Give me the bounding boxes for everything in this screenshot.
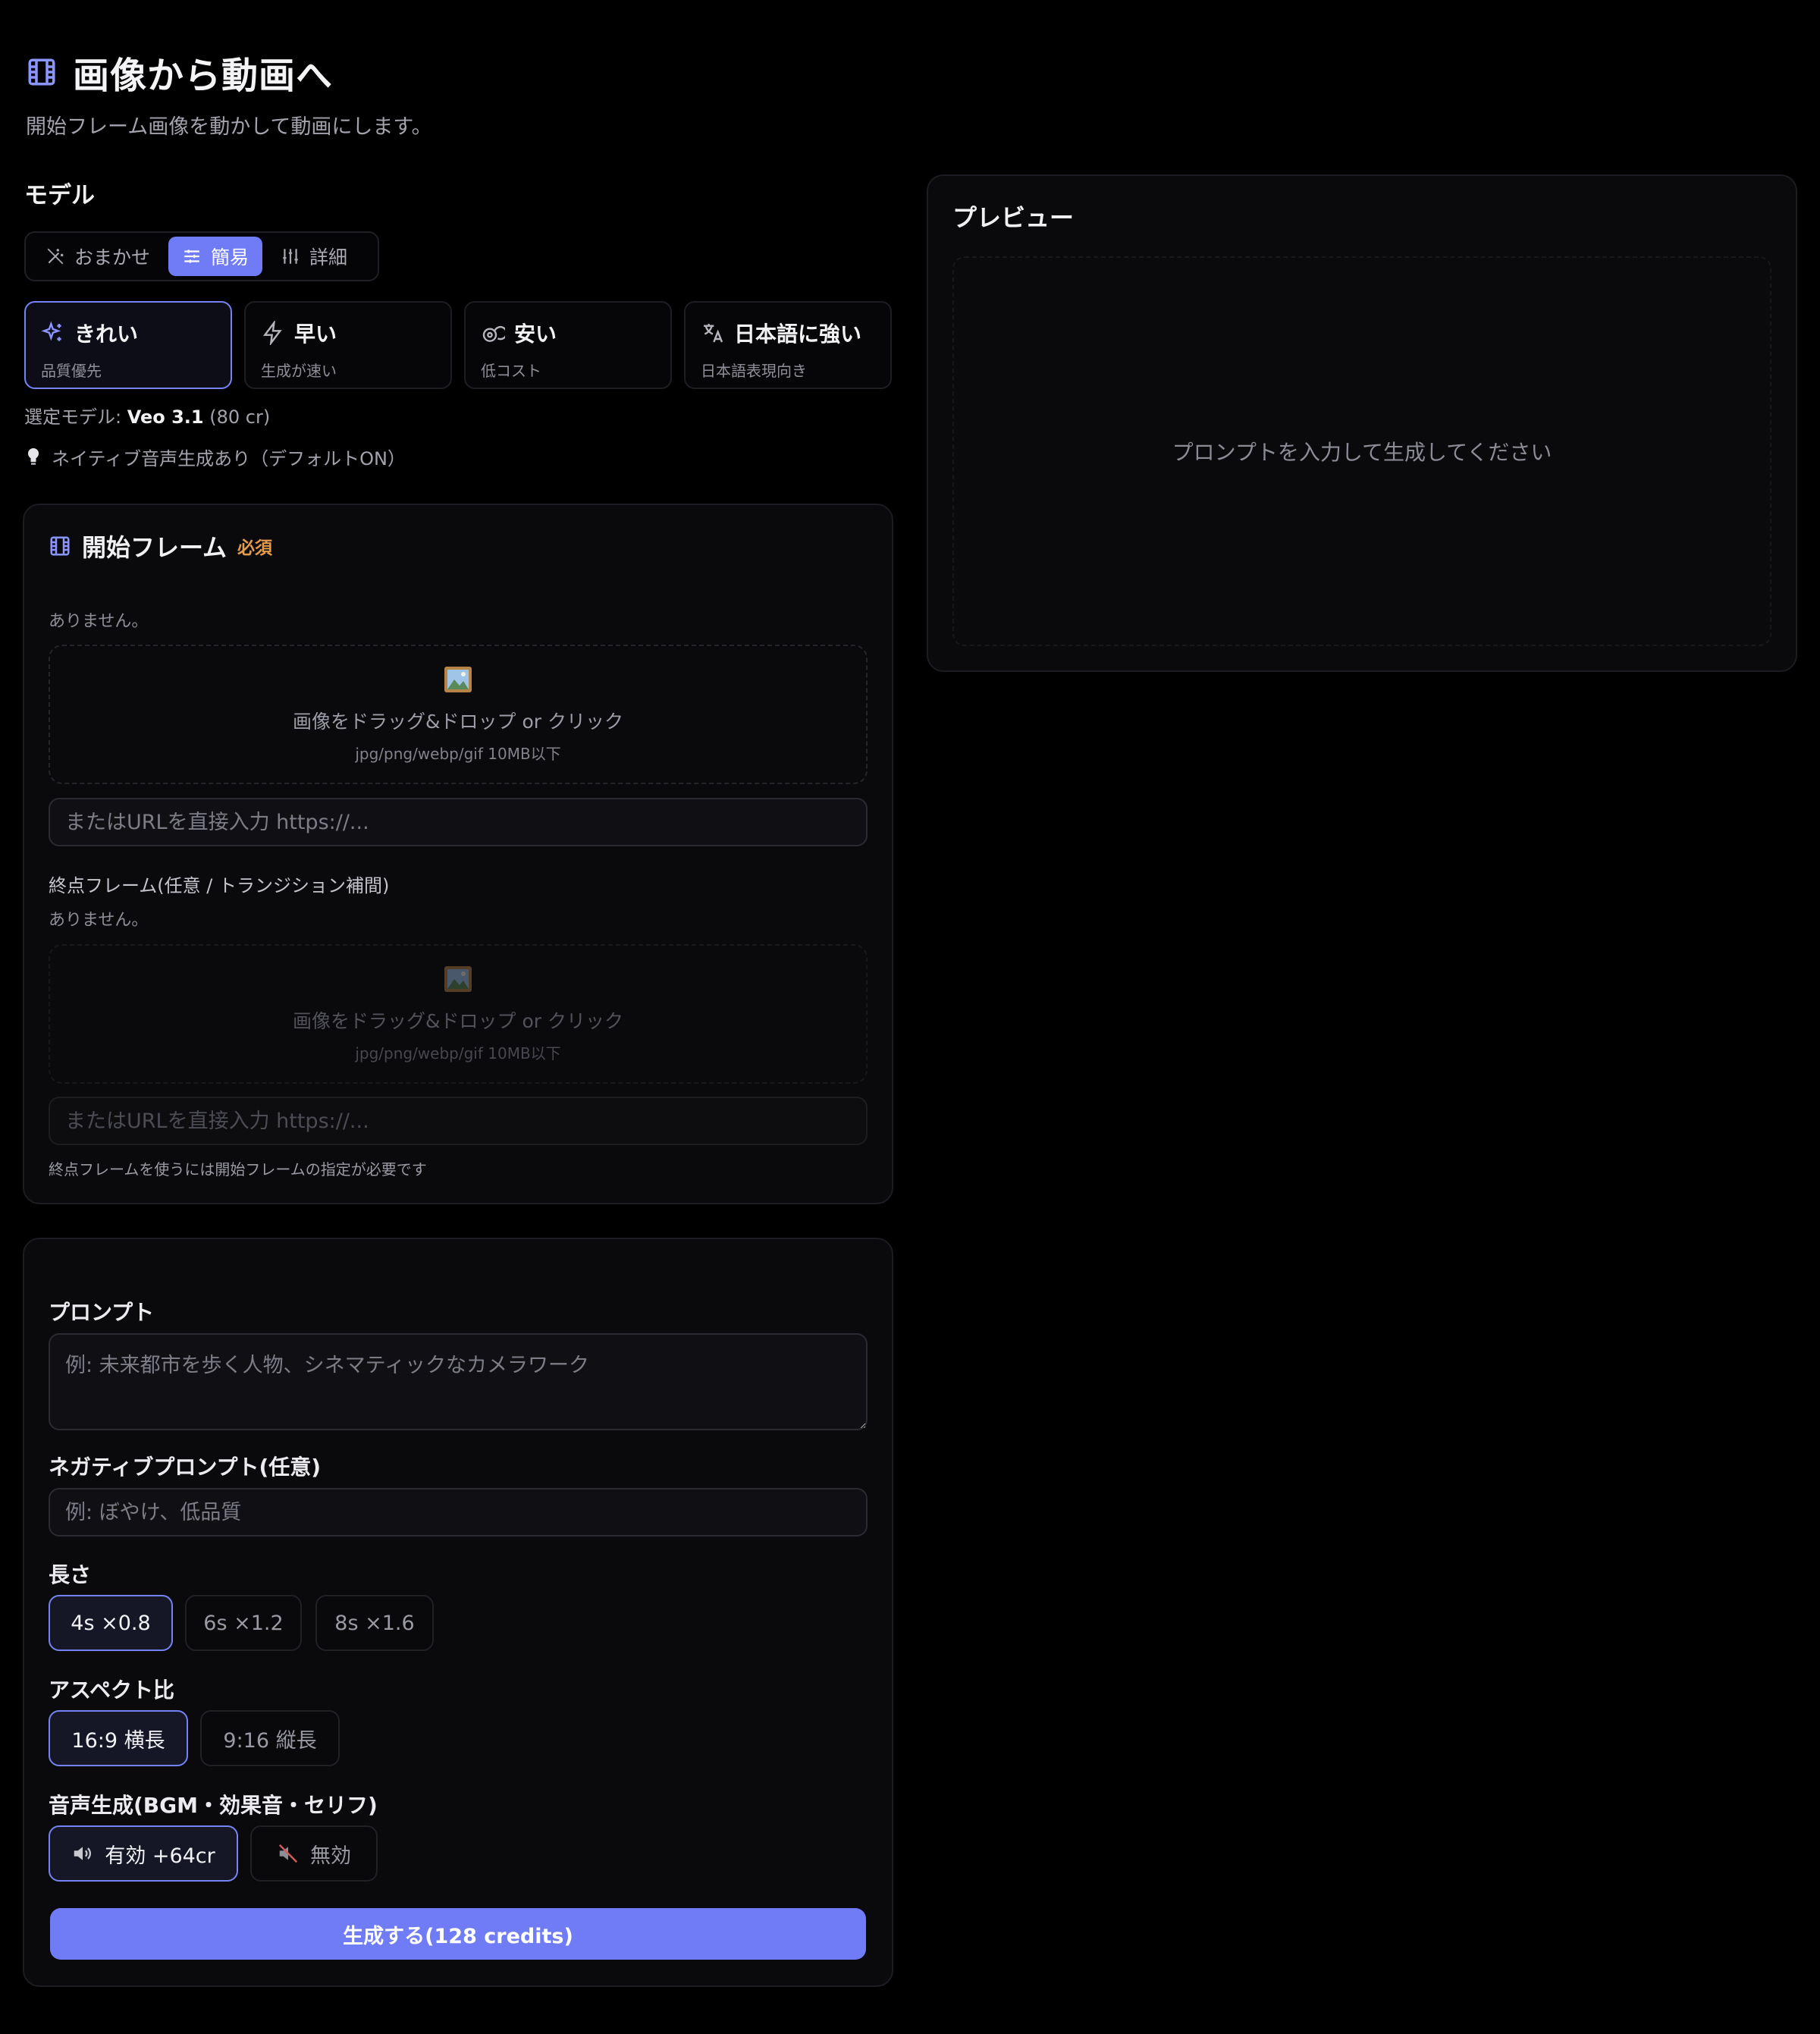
length-option-4s[interactable]: 4s ×0.8 [49,1595,173,1651]
coins-icon [481,321,505,345]
dropzone-main-text: 画像をドラッグ&ドロップ or クリック [293,1009,623,1032]
audio-label: 音声生成(BGM・効果音・セリフ) [49,1793,378,1818]
dropzone-sub-text: jpg/png/webp/gif 10MB以下 [355,744,561,763]
preview-empty-text: プロンプトを入力して生成してください [1172,440,1552,465]
sliders-icon [182,246,202,266]
selected-model: 選定モデル: Veo 3.1 (80 cr) [24,402,270,428]
end-frame-empty: ありません。 [49,911,149,930]
prompt-textarea[interactable] [49,1333,868,1430]
audio-hint: ネイティブ音声生成あり（デフォルトON） [26,444,406,470]
preset-japanese-title: 日本語に強い [734,322,862,347]
page-title-text: 画像から動画へ [73,55,334,97]
lightning-icon [261,321,285,345]
magic-wand-icon [46,246,65,266]
tab-detail-label: 詳細 [309,246,348,268]
negative-prompt-label: ネガティブプロンプト(任意) [49,1455,322,1480]
film-icon [49,535,71,557]
preview-title: プレビュー [952,203,1075,232]
preview-area: プロンプトを入力して生成してください [952,256,1771,646]
start-frame-title: 開始フレーム [82,533,228,562]
preset-beautiful-sub: 品質優先 [41,362,102,380]
selected-model-name: Veo 3.1 [127,406,204,428]
end-frame-label: 終点フレーム(任意 / トランジション補間) [49,875,390,896]
aspect-option-16-9[interactable]: 16:9 横長 [49,1710,188,1766]
end-frame-dropzone[interactable]: 画像をドラッグ&ドロップ or クリック jpg/png/webp/gif 10… [49,944,868,1084]
preset-japanese[interactable]: 日本語に強い 日本語表現向き [684,301,892,389]
film-icon [26,56,58,88]
preset-beautiful-title: きれい [74,322,139,347]
dropzone-main-text: 画像をドラッグ&ドロップ or クリック [293,710,623,733]
translate-icon [701,321,725,345]
selected-model-prefix: 選定モデル: [24,406,127,428]
aspect-ratio-label: アスペクト比 [49,1678,175,1703]
audio-off-label: 無効 [310,1844,351,1868]
page-subtitle: 開始フレーム画像を動かして動画にします。 [26,115,432,139]
start-frame-url-input[interactable] [49,798,868,846]
preset-cheap[interactable]: 安い 低コスト [464,301,672,389]
required-badge: 必須 [237,538,273,558]
preset-cheap-title: 安い [514,322,557,347]
sparkles-icon [41,321,65,345]
preset-fast-sub: 生成が速い [261,362,337,380]
length-option-8s[interactable]: 8s ×1.6 [315,1595,434,1651]
audio-hint-text: ネイティブ音声生成あり（デフォルトON） [52,448,406,469]
negative-prompt-input[interactable] [49,1488,868,1536]
preset-japanese-sub: 日本語表現向き [701,362,807,380]
tuning-icon [281,246,300,266]
tab-detail[interactable]: 詳細 [267,237,361,276]
start-frame-empty: ありません。 [49,612,149,631]
model-section-label: モデル [24,182,95,209]
model-mode-tabs: おまかせ 簡易 詳細 [24,231,379,281]
muted-speaker-icon [277,1842,300,1865]
aspect-option-9-16[interactable]: 9:16 縦長 [200,1710,340,1766]
preset-cheap-sub: 低コスト [481,362,541,380]
start-frame-header: 開始フレーム 必須 [49,529,272,563]
end-frame-url-input[interactable] [49,1097,868,1145]
dropzone-sub-text: jpg/png/webp/gif 10MB以下 [355,1044,561,1063]
speaker-icon [71,1842,94,1865]
audio-off-option[interactable]: 無効 [250,1825,378,1882]
preset-fast-title: 早い [294,322,337,347]
preset-beautiful[interactable]: きれい 品質優先 [24,301,232,389]
preset-fast[interactable]: 早い 生成が速い [244,301,452,389]
tab-auto[interactable]: おまかせ [32,237,164,276]
audio-on-label: 有効 +64cr [105,1844,215,1868]
start-frame-dropzone[interactable]: 画像をドラッグ&ドロップ or クリック jpg/png/webp/gif 10… [49,645,868,784]
picture-icon [444,965,472,993]
tab-simple[interactable]: 簡易 [168,237,263,276]
selected-model-cost: (80 cr) [203,406,271,428]
length-option-6s[interactable]: 6s ×1.2 [185,1595,302,1651]
tab-simple-label: 簡易 [211,246,249,268]
picture-icon [444,666,472,693]
lightbulb-icon [26,447,41,467]
end-frame-note: 終点フレームを使うには開始フレームの指定が必要です [49,1160,427,1179]
prompt-label: プロンプト [49,1300,155,1325]
page-title: 画像から動画へ [26,47,333,97]
audio-on-option[interactable]: 有効 +64cr [49,1825,238,1882]
generate-button[interactable]: 生成する(128 credits) [50,1908,866,1960]
tab-auto-label: おまかせ [74,246,151,268]
length-label: 長さ [49,1562,92,1587]
